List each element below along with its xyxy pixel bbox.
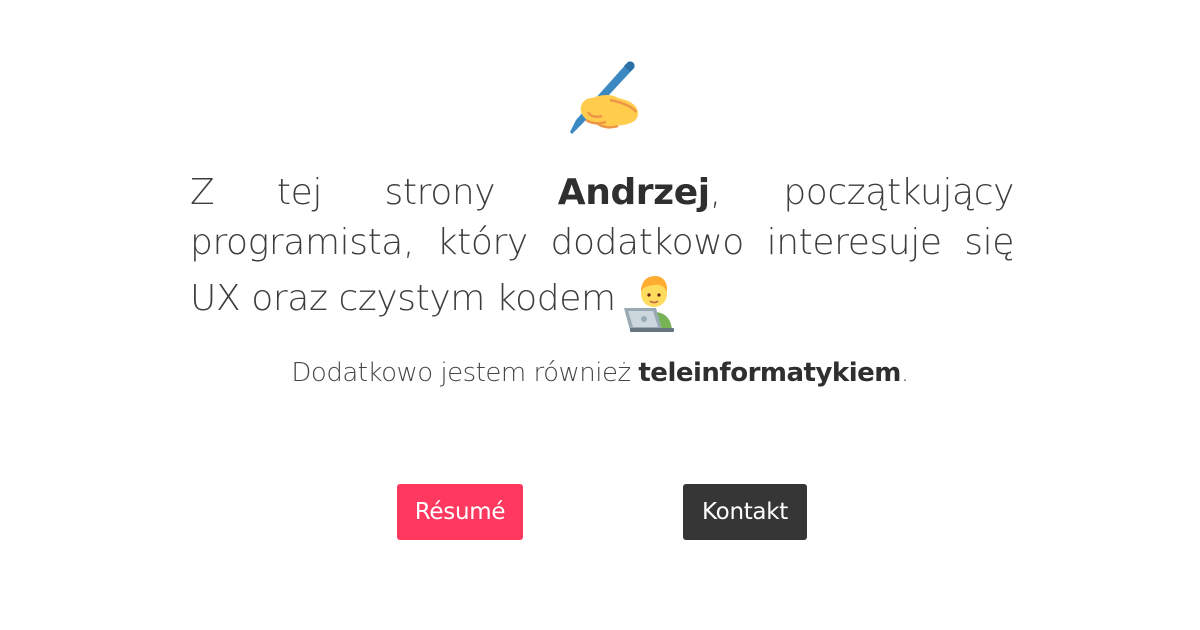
subtitle-part2: . xyxy=(900,358,909,388)
resume-button[interactable]: Résumé xyxy=(397,484,523,540)
intro-text: Z tej strony Andrzej, początkujący progr… xyxy=(190,168,1014,332)
subtitle-text: Dodatkowo jestem również teleinformatyki… xyxy=(0,358,1200,388)
page: Z tej strony Andrzej, początkujący progr… xyxy=(0,0,1200,630)
intro-part1: Z tej strony xyxy=(190,172,558,213)
writing-hand-icon xyxy=(570,61,638,134)
technologist-icon xyxy=(623,276,674,332)
subtitle-bold: teleinformatykiem xyxy=(638,358,901,388)
contact-button[interactable]: Kontakt xyxy=(683,484,807,540)
author-name: Andrzej xyxy=(557,172,710,213)
subtitle-part1: Dodatkowo jestem również xyxy=(291,358,639,388)
